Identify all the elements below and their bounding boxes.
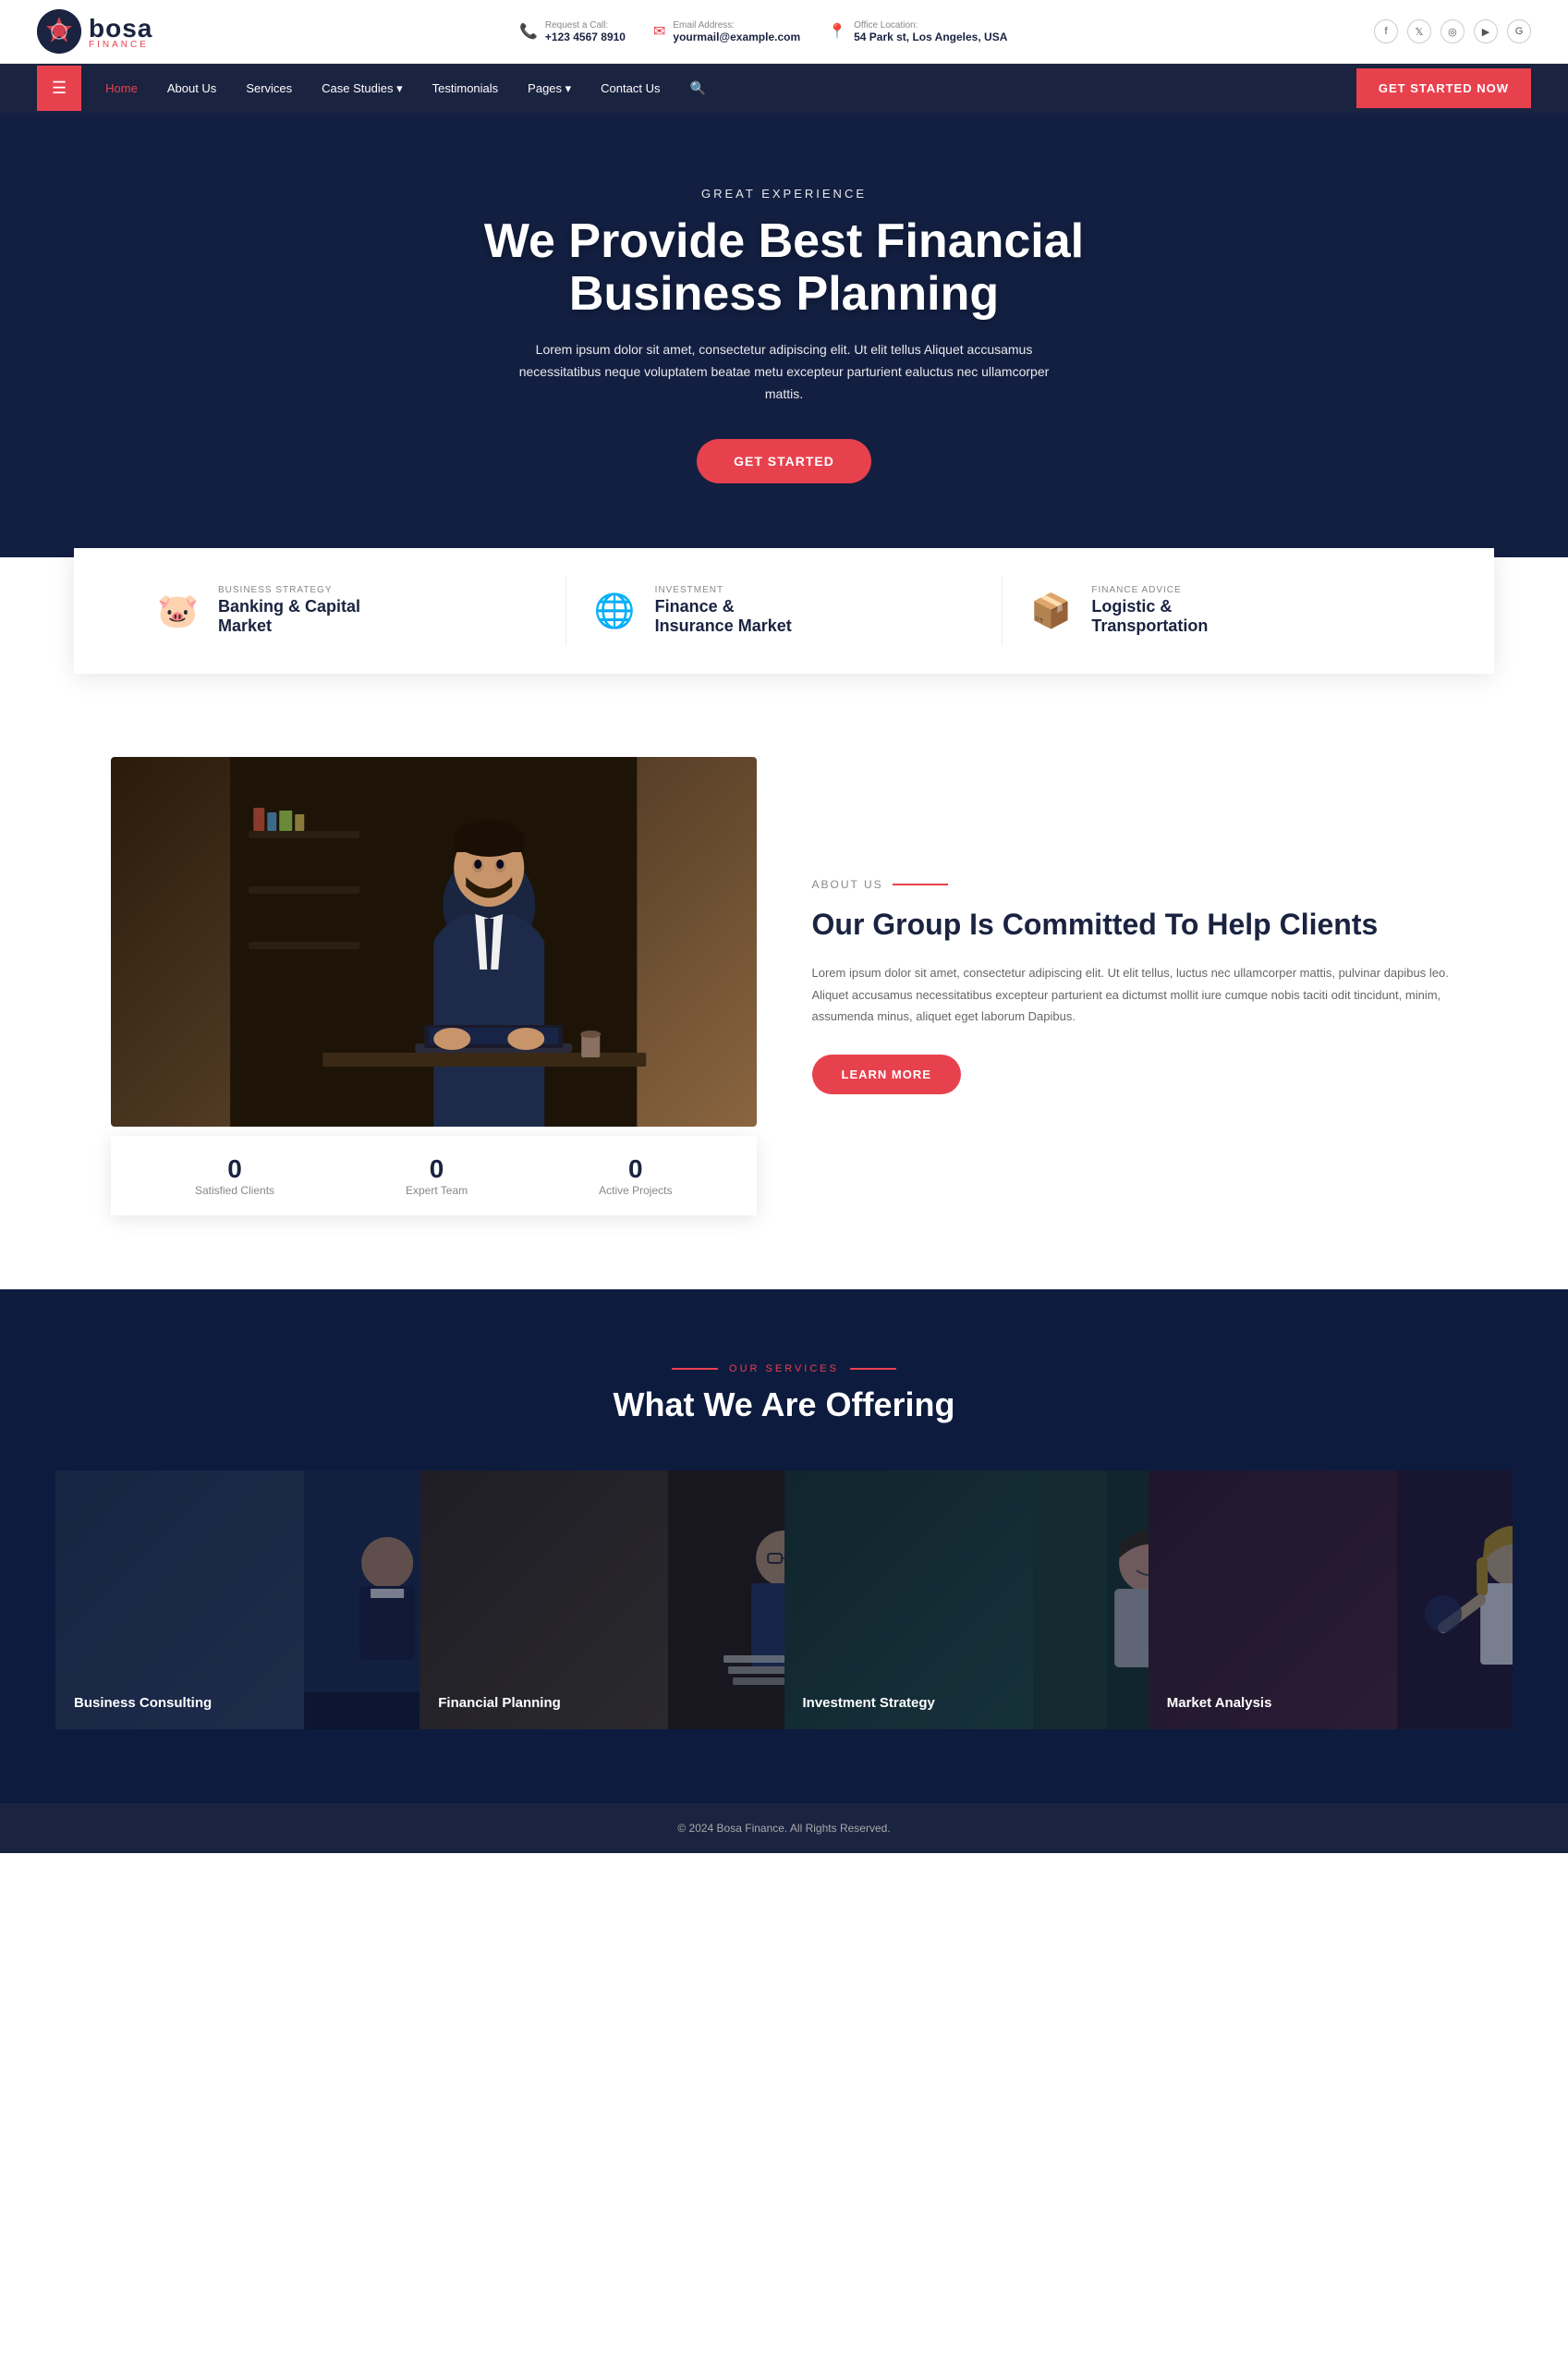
about-image [111,757,757,1127]
footer-text: © 2024 Bosa Finance. All Rights Reserved… [677,1822,890,1835]
feature-investment: 🌐 INVESTMENT Finance &Insurance Market [566,576,1003,646]
about-eyebrow: ABOUT US [812,878,1458,891]
services-eyebrow: OUR SERVICES [55,1363,1513,1374]
email-icon: ✉ [653,22,665,41]
feature-banking-title: Banking & CapitalMarket [218,597,360,637]
social-icons: f 𝕏 ◎ ▶ G [1374,19,1531,43]
social-youtube[interactable]: ▶ [1474,19,1498,43]
phone-icon: 📞 [519,22,538,41]
service-card-4-title: Market Analysis [1167,1695,1272,1711]
stat-projects: 0 Active Projects [599,1154,672,1197]
learn-more-button[interactable]: LEARN MORE [812,1055,961,1094]
get-started-nav-button[interactable]: GET STARTED NOW [1356,68,1531,108]
feature-banking-text: BUSINESS STRATEGY Banking & CapitalMarke… [218,585,360,637]
services-grid: Business Consulting [55,1470,1513,1729]
nav-about[interactable]: About Us [152,65,231,112]
stat-projects-num: 0 [599,1154,672,1184]
service-card-3-overlay: Investment Strategy [784,1470,1149,1729]
stat-team: 0 Expert Team [406,1154,468,1197]
barcode-icon: 📦 [1030,592,1075,630]
about-title: Our Group Is Committed To Help Clients [812,906,1458,945]
services-title: What We Are Offering [55,1385,1513,1424]
social-facebook[interactable]: f [1374,19,1398,43]
service-card-1-overlay: Business Consulting [55,1470,419,1729]
piggy-bank-icon: 🐷 [157,592,201,630]
stat-clients-num: 0 [195,1154,274,1184]
stat-clients: 0 Satisfied Clients [195,1154,274,1197]
services-section: OUR SERVICES What We Are Offering [0,1289,1568,1803]
nav-testimonials[interactable]: Testimonials [418,65,514,112]
stat-projects-label: Active Projects [599,1184,672,1197]
office-value: 54 Park st, Los Angeles, USA [854,31,1007,43]
contact-phone: 📞 Request a Call: +123 4567 8910 [519,20,626,43]
about-right: ABOUT US Our Group Is Committed To Help … [812,878,1458,1095]
stat-team-num: 0 [406,1154,468,1184]
hamburger-button[interactable]: ☰ [37,66,81,111]
stat-team-label: Expert Team [406,1184,468,1197]
phone-value: +123 4567 8910 [545,31,626,43]
logo-sub: FINANCE [89,40,152,50]
feature-logistics: 📦 FINANCE ADVICE Logistic &Transportatio… [1003,576,1439,646]
service-card-4[interactable]: Market Analysis [1149,1470,1513,1729]
top-bar: bosa FINANCE 📞 Request a Call: +123 4567… [0,0,1568,64]
hero-cta-button[interactable]: GET STARTED [697,439,871,483]
feature-logistics-label: FINANCE ADVICE [1091,585,1208,595]
feature-banking: 🐷 BUSINESS STRATEGY Banking & CapitalMar… [129,576,566,646]
social-twitter[interactable]: 𝕏 [1407,19,1431,43]
office-label: Office Location: [854,20,1007,31]
service-card-2-overlay: Financial Planning [419,1470,784,1729]
services-eyebrow-text: OUR SERVICES [729,1363,839,1374]
about-desc: Lorem ipsum dolor sit amet, consectetur … [812,962,1458,1027]
search-icon[interactable]: 🔍 [675,64,720,113]
logo-text: bosa FINANCE [89,14,152,50]
social-instagram[interactable]: ◎ [1440,19,1465,43]
feature-logistics-text: FINANCE ADVICE Logistic &Transportation [1091,585,1208,637]
globe-icon: 🌐 [594,592,638,630]
service-card-1-title: Business Consulting [74,1695,212,1711]
top-contact: 📞 Request a Call: +123 4567 8910 ✉ Email… [519,20,1007,43]
service-card-3-title: Investment Strategy [803,1695,935,1711]
nav-contact[interactable]: Contact Us [586,65,675,112]
service-card-4-overlay: Market Analysis [1149,1470,1513,1729]
feature-investment-label: INVESTMENT [655,585,792,595]
hero-title: We Provide Best Financial Business Plann… [461,215,1108,321]
feature-investment-title: Finance &Insurance Market [655,597,792,637]
hero-content: GREAT EXPERIENCE We Provide Best Financi… [461,187,1108,483]
hero-section: GREAT EXPERIENCE We Provide Best Financi… [0,113,1568,557]
contact-office: 📍 Office Location: 54 Park st, Los Angel… [828,20,1007,43]
service-card-2[interactable]: Financial Planning [419,1470,784,1729]
hero-eyebrow: GREAT EXPERIENCE [461,187,1108,201]
phone-label: Request a Call: [545,20,626,31]
navbar: ☰ Home About Us Services Case Studies ▾ … [0,64,1568,113]
nav-home[interactable]: Home [91,65,152,112]
nav-links: Home About Us Services Case Studies ▾ Te… [91,64,1356,113]
feature-investment-text: INVESTMENT Finance &Insurance Market [655,585,792,637]
service-card-3[interactable]: Investment Strategy [784,1470,1149,1729]
email-value: yourmail@example.com [673,31,800,43]
service-card-2-title: Financial Planning [438,1695,561,1711]
hero-desc: Lorem ipsum dolor sit amet, consectetur … [517,339,1052,405]
social-google[interactable]: G [1507,19,1531,43]
location-icon: 📍 [828,22,846,41]
about-stats: 0 Satisfied Clients 0 Expert Team 0 Acti… [111,1136,757,1215]
nav-case-studies[interactable]: Case Studies ▾ [307,65,417,113]
nav-pages[interactable]: Pages ▾ [513,65,586,113]
service-card-1[interactable]: Business Consulting [55,1470,419,1729]
features-strip: 🐷 BUSINESS STRATEGY Banking & CapitalMar… [74,548,1494,674]
footer: © 2024 Bosa Finance. All Rights Reserved… [0,1803,1568,1853]
stat-clients-label: Satisfied Clients [195,1184,274,1197]
nav-services[interactable]: Services [231,65,307,112]
about-section: 0 Satisfied Clients 0 Expert Team 0 Acti… [0,683,1568,1289]
email-label: Email Address: [673,20,800,31]
logo-icon [37,9,81,54]
feature-banking-label: BUSINESS STRATEGY [218,585,360,595]
feature-logistics-title: Logistic &Transportation [1091,597,1208,637]
contact-email: ✉ Email Address: yourmail@example.com [653,20,800,43]
about-left: 0 Satisfied Clients 0 Expert Team 0 Acti… [111,757,757,1215]
logo[interactable]: bosa FINANCE [37,9,152,54]
